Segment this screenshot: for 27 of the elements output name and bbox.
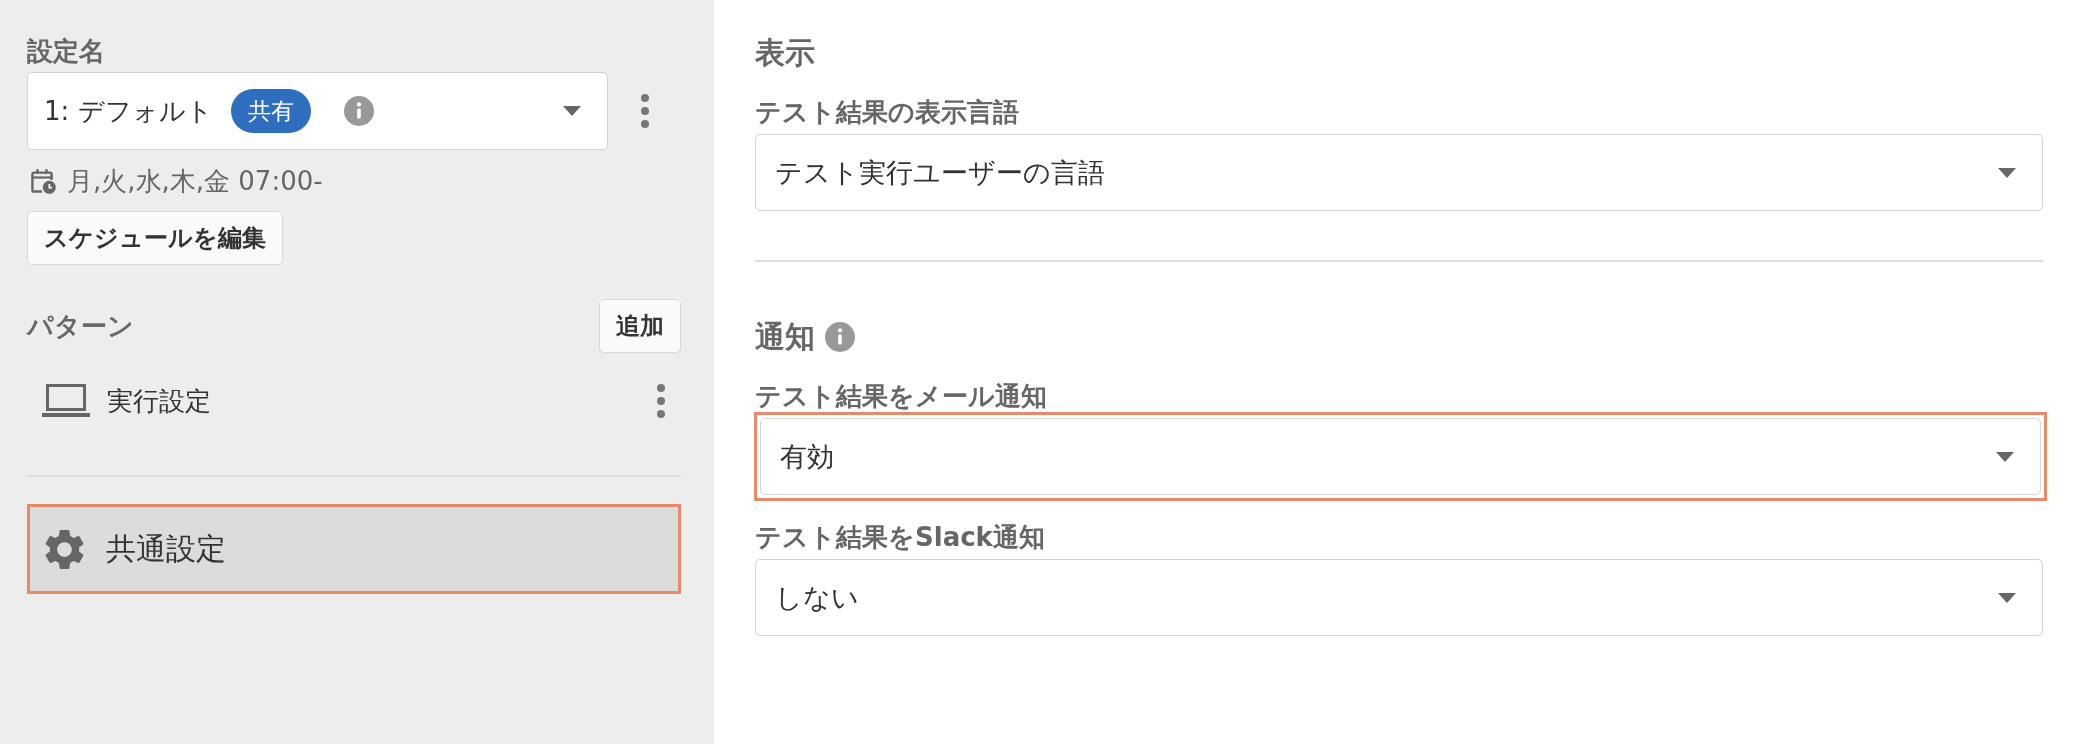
dropdown-field[interactable]: しない: [755, 559, 2043, 636]
field-label: テスト結果の表示言語: [755, 97, 1020, 127]
section-heading: 表示: [755, 36, 815, 70]
add-button[interactable]: 追加: [599, 299, 681, 353]
dropdown-field[interactable]: 有効: [760, 418, 2041, 495]
info-icon: [343, 96, 374, 126]
field-label: テスト結果をSlack通知: [755, 522, 1046, 552]
more-menu-icon[interactable]: [641, 94, 649, 128]
field-label: 設定名: [27, 36, 106, 66]
settings-icon: [45, 529, 84, 569]
calendar-clock-icon: [30, 168, 56, 194]
section-label: パターン: [27, 311, 134, 341]
dropdown-caret-icon: [1996, 451, 2014, 462]
more-menu-icon[interactable]: [657, 384, 665, 418]
dropdown-caret-icon: [1998, 592, 2016, 603]
field-label: テスト結果をメール通知: [755, 381, 1048, 411]
dropdown-caret-icon: [563, 106, 581, 116]
setting-select[interactable]: 1: デフォルト 共有: [27, 72, 608, 150]
shared-badge: 共有: [230, 89, 311, 133]
common-settings-item[interactable]: 共通設定: [27, 504, 681, 594]
edit-schedule-button[interactable]: スケジュールを編集: [27, 211, 283, 265]
pattern-item[interactable]: 実行設定: [27, 368, 681, 434]
dropdown-caret-icon: [1998, 167, 2016, 178]
schedule-text: 月,火,水,木,金 07:00-: [67, 166, 323, 196]
section-heading: 通知: [755, 320, 815, 354]
dropdown-field[interactable]: テスト実行ユーザーの言語: [755, 134, 2043, 211]
laptop-icon: [42, 384, 90, 418]
